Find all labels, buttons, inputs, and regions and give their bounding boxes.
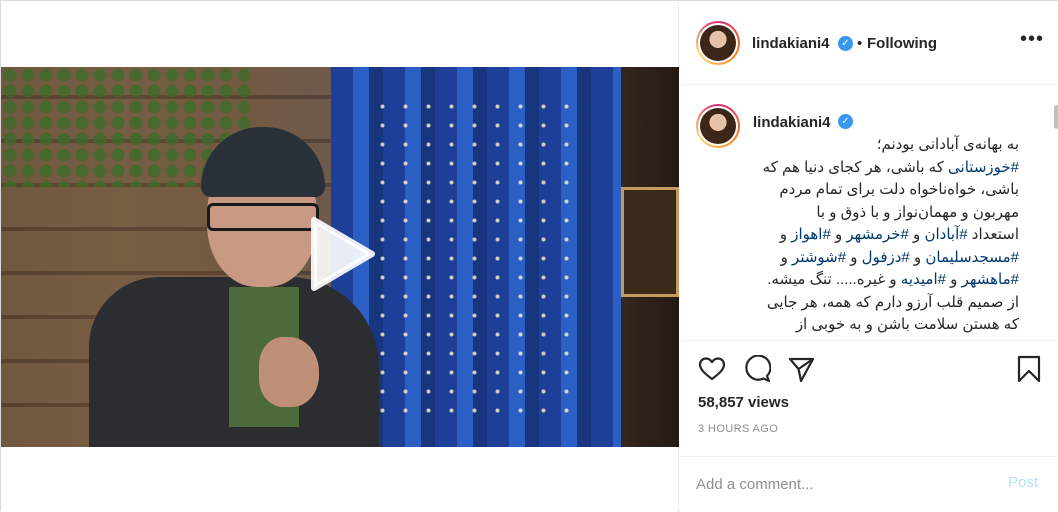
caption-fragment: استعداد — [967, 226, 1019, 243]
avatar[interactable] — [696, 21, 740, 65]
video-player[interactable] — [1, 67, 679, 447]
hashtag-link[interactable]: #خوزستانی — [948, 159, 1019, 176]
person-hand — [259, 337, 319, 407]
hashtag-link[interactable]: #ماهشهر — [962, 271, 1019, 288]
caption-fragment: از صمیم قلب آرزو دارم که همه، هر جایی — [766, 293, 1019, 311]
verified-badge-icon: ✓ — [838, 36, 853, 51]
caption-fragment: و — [908, 226, 925, 243]
hashtag-link[interactable]: #امیدیه — [901, 271, 946, 288]
caption-fragment: و — [830, 226, 847, 243]
heart-icon[interactable] — [698, 355, 726, 383]
caption-fragment: و غیره..... تنگ میشه. — [767, 271, 901, 288]
instagram-post-modal: lindakiani4 ✓ • Following ••• lindakiani… — [0, 0, 1058, 512]
caption-verified-badge-icon: ✓ — [838, 114, 853, 129]
caption-text: به بهانه‌ی آبادانی بودنم؛ #خوزستانی که با… — [753, 134, 1019, 340]
caption-avatar[interactable] — [696, 104, 740, 148]
following-button[interactable]: Following — [867, 35, 937, 52]
caption-line: باشی، خواه‌ناخواه دلت برای تمام مردم — [753, 179, 1019, 202]
hashtag-link[interactable]: #آبادان — [924, 226, 967, 243]
caption-line: که هستن سلامت باشن و به خوبی از — [753, 314, 1019, 337]
caption-fragment: باشی، خواه‌ناخواه دلت برای تمام مردم — [779, 181, 1019, 198]
comment-input[interactable] — [696, 471, 996, 497]
video-frame-lights — [371, 97, 571, 417]
caption-line: استعداد #آبادان و #خرمشهر و #اهواز و — [753, 224, 1019, 247]
hashtag-link[interactable]: #دزفول — [862, 249, 910, 266]
caption-fragment: و — [846, 248, 862, 266]
caption-line: مهربون و مهمان‌نواز و با ذوق و با — [753, 202, 1019, 225]
post-comment-button[interactable]: Post — [1008, 474, 1038, 491]
caption-line: #خوزستانی که باشی، هر کجای دنیا هم که — [753, 157, 1019, 180]
caption-fragment: و — [779, 226, 792, 243]
caption-fragment: و — [909, 248, 926, 266]
caption-username-link[interactable]: lindakiani4 — [753, 114, 831, 131]
comment-bar: Post — [680, 456, 1058, 512]
more-options-icon[interactable]: ••• — [1020, 29, 1044, 52]
caption-section: lindakiani4 ✓ به بهانه‌ی آبادانی بودنم؛ #… — [680, 86, 1058, 341]
view-count[interactable]: 58,857 views — [698, 394, 789, 411]
caption-line: #ماهشهر و #امیدیه و غیره..... تنگ میشه. — [753, 269, 1019, 292]
paper-plane-icon[interactable] — [787, 355, 815, 383]
post-timestamp[interactable]: 3 HOURS AGO — [698, 423, 778, 435]
caption-fragment: به بهانه‌ی آبادانی بودنم؛ — [876, 136, 1019, 153]
bookmark-icon[interactable] — [1015, 355, 1043, 383]
header-separator: • — [857, 35, 863, 52]
caption-line: به بهانه‌ی آبادانی بودنم؛ — [753, 134, 1019, 157]
video-frame-sign — [621, 187, 679, 297]
hashtag-link[interactable]: #اهواز — [791, 226, 831, 243]
person-cap — [201, 127, 325, 197]
hashtag-link[interactable]: #خرمشهر — [846, 226, 909, 243]
hashtag-link[interactable]: #مسجدسلیمان — [925, 249, 1019, 266]
caption-fragment: مهربون و مهمان‌نواز و با ذوق و با — [816, 203, 1019, 221]
avatar-photo — [700, 25, 736, 61]
play-icon[interactable] — [306, 214, 378, 294]
caption-fragment: و — [780, 248, 793, 266]
caption-fragment: و — [945, 271, 962, 288]
post-header: lindakiani4 ✓ • Following ••• — [680, 1, 1058, 85]
username-link[interactable]: lindakiani4 — [752, 35, 830, 52]
hashtag-link[interactable]: #شوشتر — [792, 249, 846, 266]
caption-scrollbar[interactable] — [1054, 105, 1058, 129]
post-sidebar: lindakiani4 ✓ • Following ••• lindakiani… — [680, 1, 1058, 512]
post-media — [1, 1, 679, 512]
caption-fragment: که باشی، هر کجای دنیا هم که — [762, 158, 949, 176]
caption-line: از صمیم قلب آرزو دارم که همه، هر جایی — [753, 292, 1019, 315]
person-glasses — [207, 203, 319, 231]
caption-fragment: که هستن سلامت باشن و به خوبی از — [795, 316, 1019, 333]
action-bar — [680, 341, 1058, 399]
caption-line: #مسجدسلیمان و #دزفول و #شوشتر و — [753, 247, 1019, 270]
caption-avatar-photo — [700, 108, 736, 144]
speech-bubble-icon[interactable] — [743, 355, 771, 383]
